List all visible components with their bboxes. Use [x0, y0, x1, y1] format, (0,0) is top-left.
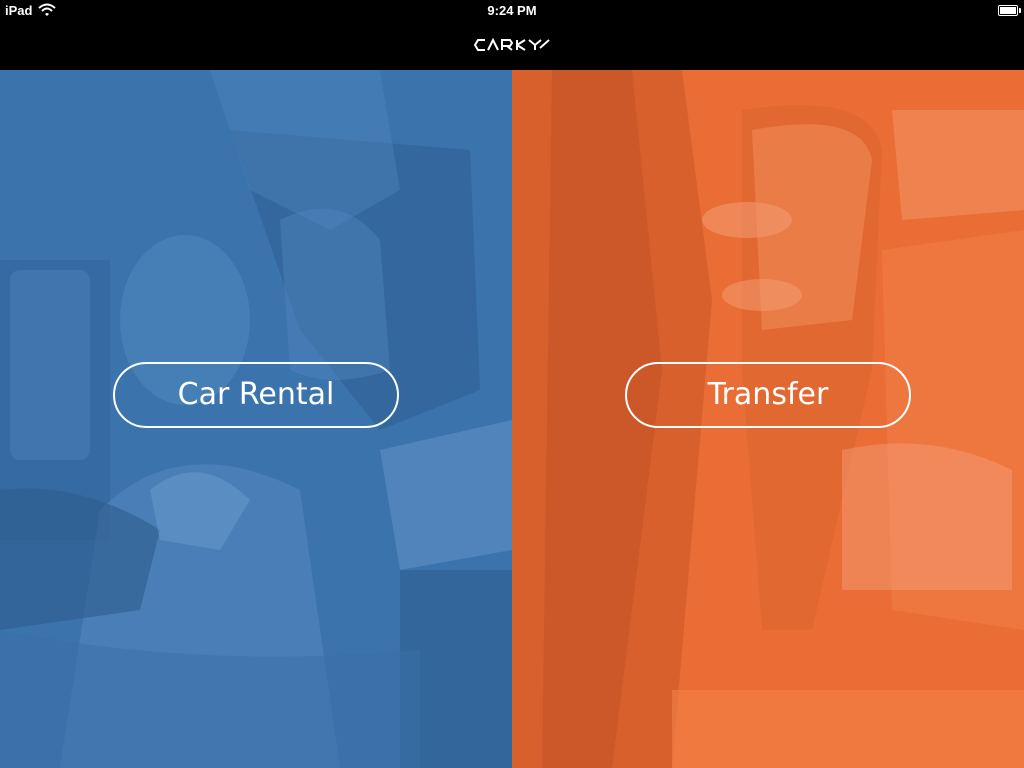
transfer-button[interactable]: Transfer [625, 362, 911, 428]
status-bar: iPad 9:24 PM [0, 0, 1024, 20]
battery-icon [998, 5, 1021, 16]
car-rental-button[interactable]: Car Rental [113, 362, 399, 428]
nav-bar [0, 20, 1024, 70]
carky-logo [474, 37, 550, 51]
transfer-panel[interactable]: Transfer [512, 70, 1024, 768]
status-time: 9:24 PM [487, 3, 537, 18]
car-rental-panel[interactable]: Car Rental [0, 70, 512, 768]
